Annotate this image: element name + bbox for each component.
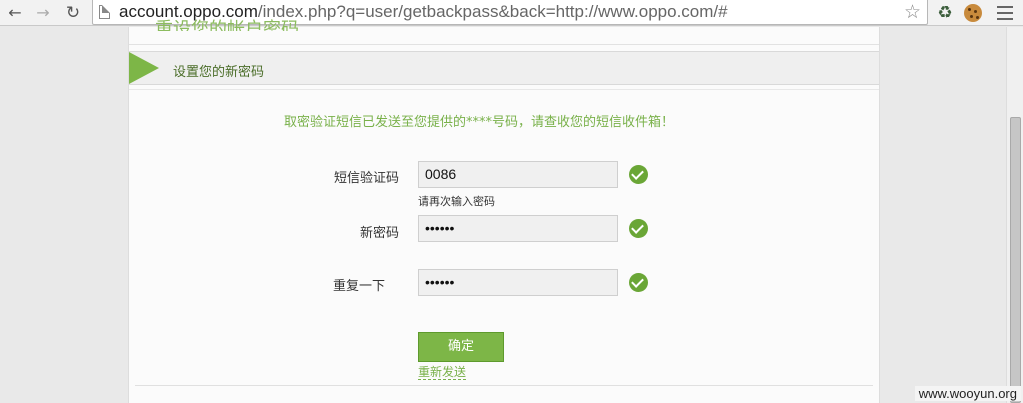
page-viewport: 重设您的帐户密码 设置您的新密码 取密验证短信已发送至您提供的****号码，请查… (0, 19, 1023, 403)
confirm-button[interactable]: 确定 (418, 332, 504, 362)
sms-notice: 取密验证短信已发送至您提供的****号码，请查收您的短信收件箱！ (283, 115, 674, 130)
watermark: www.wooyun.org (914, 386, 1021, 401)
reload-icon[interactable]: ↻ (62, 3, 84, 23)
vertical-scrollbar[interactable] (1006, 27, 1023, 403)
code-hint: 请再次输入密码 (418, 195, 495, 208)
step-header: 设置您的新密码 (129, 51, 879, 85)
page-title: 重设您的帐户密码 (155, 19, 299, 31)
new-password-input[interactable]: •••••• (418, 215, 618, 242)
step-title: 设置您的新密码 (173, 65, 265, 80)
check-icon (629, 165, 648, 184)
check-icon (629, 219, 648, 238)
url-path: /index.php?q=user/getbackpass&back=http:… (257, 2, 728, 21)
sms-code-input[interactable]: 0086 (418, 161, 618, 188)
new-password-label: 新密码 (359, 226, 399, 241)
step-arrow-icon (129, 52, 159, 84)
menu-icon[interactable] (997, 6, 1013, 20)
divider (129, 44, 879, 45)
back-arrow-icon[interactable]: ← (4, 3, 26, 23)
recycle-extension-icon[interactable]: ♻ (934, 2, 956, 24)
check-icon (629, 273, 648, 292)
divider (135, 385, 873, 386)
repeat-password-input[interactable]: •••••• (418, 269, 618, 296)
forward-arrow-icon[interactable]: → (32, 3, 54, 23)
page-icon (99, 5, 110, 19)
divider (129, 89, 879, 90)
bookmark-star-icon[interactable]: ☆ (904, 1, 921, 23)
code-label: 短信验证码 (333, 171, 399, 186)
scrollbar-thumb[interactable] (1010, 117, 1021, 403)
content-panel: 重设您的帐户密码 设置您的新密码 取密验证短信已发送至您提供的****号码，请查… (128, 19, 880, 403)
resend-link[interactable]: 重新发送 (418, 365, 467, 380)
browser-toolbar: ← → ↻ account.oppo.com/index.php?q=user/… (0, 0, 1023, 26)
repeat-password-label: 重复一下 (332, 279, 385, 294)
cookie-extension-icon[interactable] (964, 4, 982, 22)
